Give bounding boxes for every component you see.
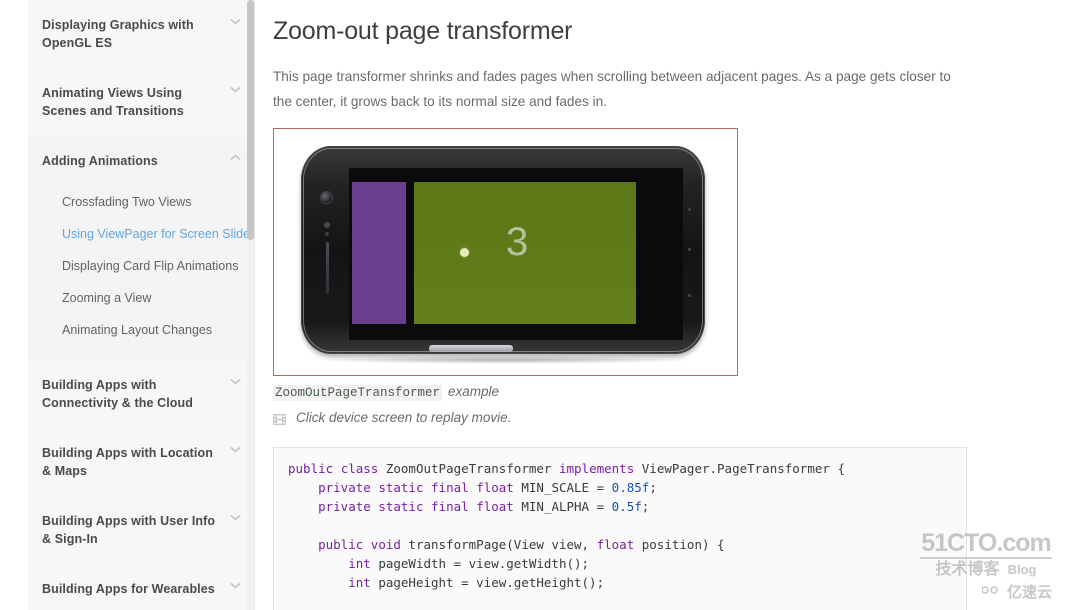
sidebar-item-building-apps-for-wearables[interactable]: Building Apps for Wearables xyxy=(28,564,253,610)
page-title: Zoom-out page transformer xyxy=(273,17,573,45)
device-figure[interactable]: 3 xyxy=(273,128,738,376)
sidebar-item-using-viewpager-for-screen-slide[interactable]: Using ViewPager for Screen Slide xyxy=(28,218,253,250)
sidebar-group-label: Building Apps with User Info & Sign-In xyxy=(42,514,216,546)
sidebar-group-wearables: Building Apps for Wearables xyxy=(28,564,253,610)
sidebar-item-building-apps-with-location-and-maps[interactable]: Building Apps with Location & Maps xyxy=(28,428,253,496)
sensor-secondary-icon xyxy=(325,232,329,236)
camera-icon xyxy=(321,192,332,203)
figure-caption: ZoomOutPageTransformer example xyxy=(273,384,990,401)
sidebar-item-displaying-card-flip-animations[interactable]: Displaying Card Flip Animations xyxy=(28,250,253,282)
sidebar-group-label: Displaying Graphics with OpenGL ES xyxy=(42,18,194,50)
sidebar-item-building-apps-with-user-info-and-sign-in[interactable]: Building Apps with User Info & Sign-In xyxy=(28,496,253,564)
sidebar-group-adding-animations: Adding Animations Crossfading Two Views … xyxy=(28,136,253,360)
sidebar-navigation: Displaying Graphics with OpenGL ES Anima… xyxy=(28,0,253,610)
sidebar-group-user-info-signin: Building Apps with User Info & Sign-In xyxy=(28,496,253,564)
code-sample-block[interactable]: public class ZoomOutPageTransformer impl… xyxy=(273,447,967,610)
sidebar-group-connectivity-cloud: Building Apps with Connectivity & the Cl… xyxy=(28,360,253,428)
phone-body: 3 xyxy=(301,146,705,354)
sidebar-item-adding-animations[interactable]: Adding Animations xyxy=(28,136,253,186)
sidebar-item-zooming-a-view[interactable]: Zooming a View xyxy=(28,282,253,314)
intro-paragraph: This page transformer shrinks and fades … xyxy=(273,69,951,109)
page-dot-indicator xyxy=(460,248,469,257)
chevron-down-icon[interactable] xyxy=(230,514,241,521)
speaker-grill xyxy=(325,242,329,294)
sidebar-sublist-adding-animations: Crossfading Two Views Using ViewPager fo… xyxy=(28,186,253,346)
phone-shadow xyxy=(312,356,694,364)
sidebar-scrollbar-thumb[interactable] xyxy=(247,0,254,240)
sidebar-item-displaying-graphics-with-opengl-es[interactable]: Displaying Graphics with OpenGL ES xyxy=(28,0,253,68)
sidebar-group-label: Animating Views Using Scenes and Transit… xyxy=(42,86,184,118)
chevron-up-icon[interactable] xyxy=(230,154,241,161)
sidebar-group-label: Building Apps with Connectivity & the Cl… xyxy=(42,378,194,410)
sidebar-item-building-apps-with-connectivity-and-the-cloud[interactable]: Building Apps with Connectivity & the Cl… xyxy=(28,360,253,428)
chevron-down-icon[interactable] xyxy=(230,446,241,453)
chevron-down-icon[interactable] xyxy=(230,582,241,589)
sidebar-group-opengl: Displaying Graphics with OpenGL ES xyxy=(28,0,253,68)
sidebar-item-crossfading-two-views[interactable]: Crossfading Two Views xyxy=(28,186,253,218)
sidebar-list: Displaying Graphics with OpenGL ES Anima… xyxy=(28,0,253,610)
side-port-dot xyxy=(688,294,691,297)
sidebar-group-scenes-transitions: Animating Views Using Scenes and Transit… xyxy=(28,68,253,136)
chevron-down-icon[interactable] xyxy=(230,86,241,93)
viewpager-page-current: 3 xyxy=(414,182,636,324)
sidebar-group-label: Building Apps for Wearables xyxy=(42,582,215,596)
viewpager-page-previous xyxy=(352,182,406,324)
figure-caption-code: ZoomOutPageTransformer xyxy=(273,385,443,401)
side-port-dot xyxy=(688,208,691,211)
main-content: Zoom-out page transformer This page tran… xyxy=(255,0,1070,610)
replay-hint-text: Click device screen to replay movie. xyxy=(296,410,512,425)
page-number-label: 3 xyxy=(506,220,529,264)
figure-caption-text: example xyxy=(448,384,500,399)
chevron-down-icon[interactable] xyxy=(230,18,241,25)
phone-mockup[interactable]: 3 xyxy=(288,141,718,365)
page-root: Displaying Graphics with OpenGL ES Anima… xyxy=(0,0,1070,610)
sidebar-item-animating-views-using-scenes-and-transitions[interactable]: Animating Views Using Scenes and Transit… xyxy=(28,68,253,136)
sidebar-group-label: Adding Animations xyxy=(42,154,158,168)
replay-hint[interactable]: Click device screen to replay movie. xyxy=(273,410,990,425)
phone-bottom-bar xyxy=(429,345,513,352)
sidebar-group-location-maps: Building Apps with Location & Maps xyxy=(28,428,253,496)
sensor-icon xyxy=(324,222,330,228)
chevron-down-icon[interactable] xyxy=(230,378,241,385)
code-sample-content: public class ZoomOutPageTransformer impl… xyxy=(288,461,845,590)
film-strip-icon xyxy=(273,412,286,425)
sidebar-item-animating-layout-changes[interactable]: Animating Layout Changes xyxy=(28,314,253,346)
sidebar-group-label: Building Apps with Location & Maps xyxy=(42,446,213,478)
side-port-dot xyxy=(688,248,691,251)
phone-screen[interactable]: 3 xyxy=(349,168,683,340)
